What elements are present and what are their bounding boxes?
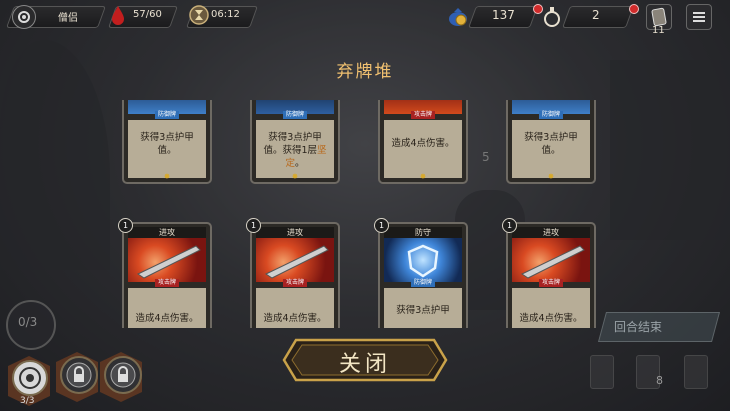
skill-slot-locked — [60, 356, 98, 394]
card-name: 进攻 — [256, 227, 334, 238]
card-description: 获得3点护甲 — [396, 305, 450, 316]
exhaust-pile — [684, 355, 708, 389]
gold-value: 137 — [492, 8, 515, 22]
energy-value: 0/3 — [18, 315, 38, 329]
card-name: 进攻 — [128, 227, 206, 238]
card-type-label: 防御牌 — [282, 111, 308, 119]
time-value: 06:12 — [211, 9, 240, 20]
hourglass-icon — [188, 4, 210, 26]
star-icon: ✸ — [163, 172, 171, 181]
card-type-label: 攻击牌 — [154, 279, 180, 287]
card-attack[interactable]: 进攻 攻击牌 造成4点伤害。 — [250, 222, 340, 328]
top-bar: 僧侣 57/60 06:12 137 2 11 — [0, 0, 730, 36]
card-defense[interactable]: 防御牌 获得3点护甲值。 ✸ — [122, 100, 212, 184]
card-defense[interactable]: 防御牌 获得3点护甲值。 ✸ — [506, 100, 596, 184]
card-attack[interactable]: 进攻 攻击牌 造成4点伤害。 — [506, 222, 596, 328]
end-turn-label: 回合结束 — [614, 320, 663, 334]
star-icon: ✸ — [547, 172, 555, 181]
card-defend[interactable]: 防守 防御牌 获得3点护甲 — [378, 222, 468, 328]
card-art — [512, 238, 590, 282]
card-type-label: 防御牌 — [154, 111, 180, 119]
deck-alert-dot — [629, 4, 639, 14]
skill-slots-value: 3/3 — [20, 396, 35, 406]
hp-value: 57/60 — [133, 9, 162, 20]
card-type-label: 防御牌 — [410, 279, 436, 287]
draw-pile-count: 8 — [656, 374, 663, 387]
card-description: 获得3点护甲值。 — [140, 132, 194, 156]
skill-slot-locked — [104, 356, 142, 394]
menu-icon — [693, 12, 705, 22]
star-icon: ✸ — [291, 172, 299, 181]
player-name: 僧侣 — [58, 13, 78, 24]
card-description: 造成4点伤害。 — [263, 313, 327, 324]
card-desc-end: 。 — [295, 158, 305, 169]
settings-icon[interactable] — [12, 5, 36, 29]
close-button[interactable]: 关闭 — [282, 336, 448, 384]
card-attack[interactable]: 进攻 攻击牌 造成4点伤害。 — [122, 222, 212, 328]
star-icon: ✸ — [419, 172, 427, 181]
card-desc-main: 获得3点护甲值。获得1层 — [263, 132, 322, 156]
card-type-label: 防御牌 — [538, 111, 564, 119]
card-cost: 1 — [246, 218, 261, 233]
menu-button[interactable] — [686, 4, 712, 30]
skill-slot-active[interactable] — [12, 360, 48, 396]
potion-alert-dot — [533, 4, 543, 14]
card-cost: 1 — [502, 218, 517, 233]
draw-pile — [590, 355, 614, 389]
potion-count: 2 — [592, 8, 600, 22]
card-art — [128, 238, 206, 282]
monk-emblem-icon — [19, 367, 41, 389]
blood-drop-icon — [111, 5, 125, 25]
card-attack[interactable]: 攻击牌 造成4点伤害。 ✸ — [378, 100, 468, 184]
card-description: 造成4点伤害。 — [519, 313, 583, 324]
deck-count: 11 — [652, 25, 665, 36]
gold-pouch-icon — [446, 4, 470, 28]
card-description: 造成4点伤害。 — [391, 138, 455, 149]
card-name: 进攻 — [512, 227, 590, 238]
card-description: 获得3点护甲值。 — [524, 132, 578, 156]
card-defense-firm[interactable]: 防御牌 获得3点护甲值。获得1层坚定。 ✸ — [250, 100, 340, 184]
close-button-label: 关闭 — [338, 352, 391, 377]
card-name: 防守 — [384, 227, 462, 238]
discard-pile-title: 弃牌堆 — [336, 62, 394, 82]
card-grid: 防御牌 获得3点护甲值。 ✸ 防御牌 获得3点护甲值。获得1层坚定。 ✸ 攻击牌… — [118, 100, 618, 328]
card-type-label: 攻击牌 — [410, 111, 436, 119]
card-type-label: 攻击牌 — [538, 279, 564, 287]
potion-icon[interactable] — [540, 4, 564, 28]
card-cost: 1 — [374, 218, 389, 233]
card-art — [256, 238, 334, 282]
card-description: 造成4点伤害。 — [135, 313, 199, 324]
lock-icon — [66, 362, 92, 388]
card-cost: 1 — [118, 218, 133, 233]
card-description: 获得3点护甲值。获得1层坚定。 — [256, 131, 334, 170]
lock-icon — [110, 362, 136, 388]
card-art — [384, 238, 462, 282]
card-type-label: 攻击牌 — [282, 279, 308, 287]
